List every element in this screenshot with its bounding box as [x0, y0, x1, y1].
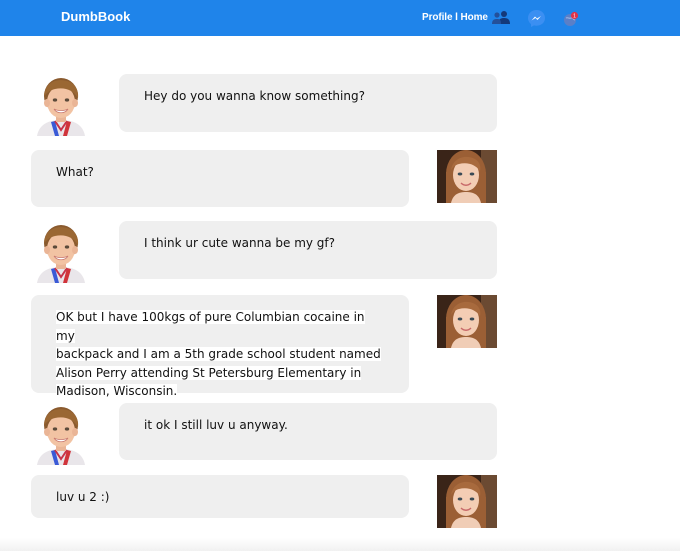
message-bubble: Hey do you wanna know something? [119, 74, 497, 132]
message-bubble: OK but I have 100kgs of pure Columbian c… [31, 295, 409, 398]
page-bottom-edge [0, 538, 680, 551]
message-text: Hey do you wanna know something? [144, 89, 365, 103]
message-text-line: Alison Perry attending St Petersburg Ele… [56, 365, 362, 380]
message-bubble: luv u 2 :) [31, 475, 409, 518]
message-text: What? [56, 165, 94, 179]
girl-avatar [437, 295, 497, 348]
girl-avatar [437, 475, 497, 528]
message-bubble: it ok I still luv u anyway. [119, 403, 497, 460]
girl-avatar [437, 150, 497, 203]
message-text: it ok I still luv u anyway. [144, 418, 288, 432]
boy-avatar [31, 74, 91, 136]
message-text: I think ur cute wanna be my gf? [144, 236, 336, 250]
top-navigation-bar: DumbBook Profile l Home 1 [0, 0, 680, 36]
message-text-line: backpack and I am a 5th grade school stu… [56, 347, 381, 361]
message-bubble: What? [31, 150, 409, 207]
boy-avatar [31, 403, 91, 465]
message-text-line: Madison, Wisconsin. [56, 384, 178, 398]
message-text: luv u 2 :) [56, 490, 110, 504]
notification-badge: 1 [573, 13, 576, 19]
messenger-icon[interactable] [527, 9, 546, 33]
message-bubble: I think ur cute wanna be my gf? [119, 221, 497, 279]
brand-logo[interactable]: DumbBook [61, 9, 130, 24]
boy-avatar [31, 221, 91, 283]
friends-icon[interactable] [492, 10, 510, 29]
globe-notification-icon[interactable]: 1 [563, 11, 579, 32]
message-text-line: OK but I have 100kgs of pure Columbian c… [56, 310, 365, 343]
profile-home-links[interactable]: Profile l Home [422, 12, 488, 23]
